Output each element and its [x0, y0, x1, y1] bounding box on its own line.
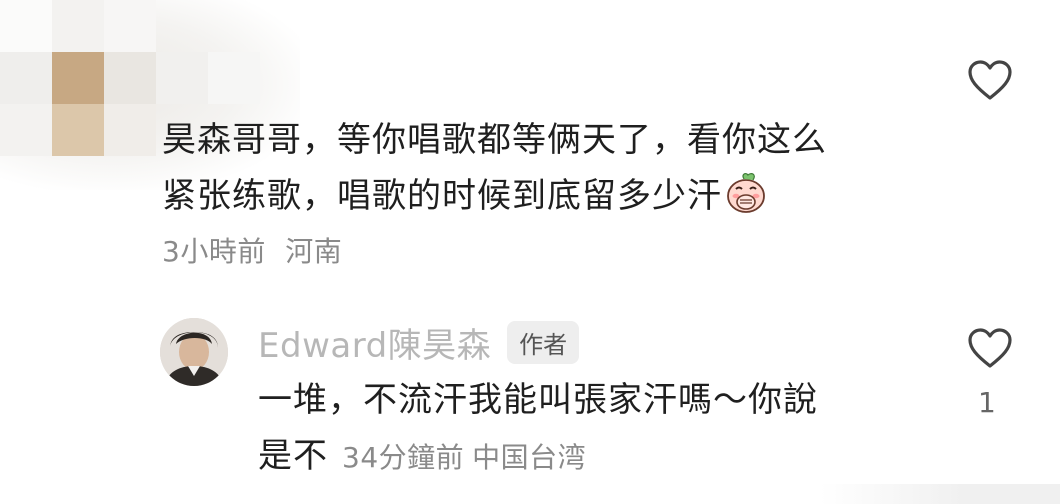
reply-header: Edward陳昊森 作者: [258, 316, 918, 368]
reply-location: 中国台湾: [472, 441, 587, 474]
comment-time: 3小時前: [162, 235, 266, 268]
avatar[interactable]: [160, 318, 228, 386]
comment-text-line-1: 昊森哥哥，等你唱歌都等俩天了，看你这么: [162, 120, 827, 160]
reply-text-line-2-body: 是不: [258, 436, 328, 476]
author-badge: 作者: [507, 320, 580, 364]
comment-location: 河南: [285, 235, 343, 268]
author-name[interactable]: Edward陳昊森: [258, 318, 491, 367]
heart-outline-icon[interactable]: [966, 58, 1014, 102]
comment-meta: 3小時前 河南: [162, 230, 932, 270]
reply-text-line-1: 一堆，不流汗我能叫張家汗嗎～你說: [258, 380, 818, 420]
peach-covering-mouth-emoji-icon: [727, 173, 765, 213]
watermark: [820, 484, 1060, 504]
heart-outline-icon[interactable]: [966, 326, 1014, 370]
reply-time: 34分鐘前: [342, 441, 465, 474]
like-count: 1: [978, 386, 996, 419]
comment: 昊森哥哥，等你唱歌都等俩天了，看你这么 紧张练歌，唱歌的时候到底留多少汗 3小時…: [162, 112, 932, 270]
author-avatar-image: [160, 318, 228, 386]
reply-text-line-2: 是不 34分鐘前 中国台湾: [258, 428, 918, 486]
reply-text: 一堆，不流汗我能叫張家汗嗎～你說 是不 34分鐘前 中国台湾: [258, 372, 918, 486]
comment-text-line-2-body: 紧张练歌，唱歌的时候到底留多少汗: [162, 176, 722, 216]
comment-text: 昊森哥哥，等你唱歌都等俩天了，看你这么 紧张练歌，唱歌的时候到底留多少汗: [162, 112, 932, 224]
comment-text-line-2: 紧张练歌，唱歌的时候到底留多少汗: [162, 168, 932, 224]
reply: Edward陳昊森 作者 一堆，不流汗我能叫張家汗嗎～你說 是不 34分鐘前 中国台…: [258, 316, 918, 486]
